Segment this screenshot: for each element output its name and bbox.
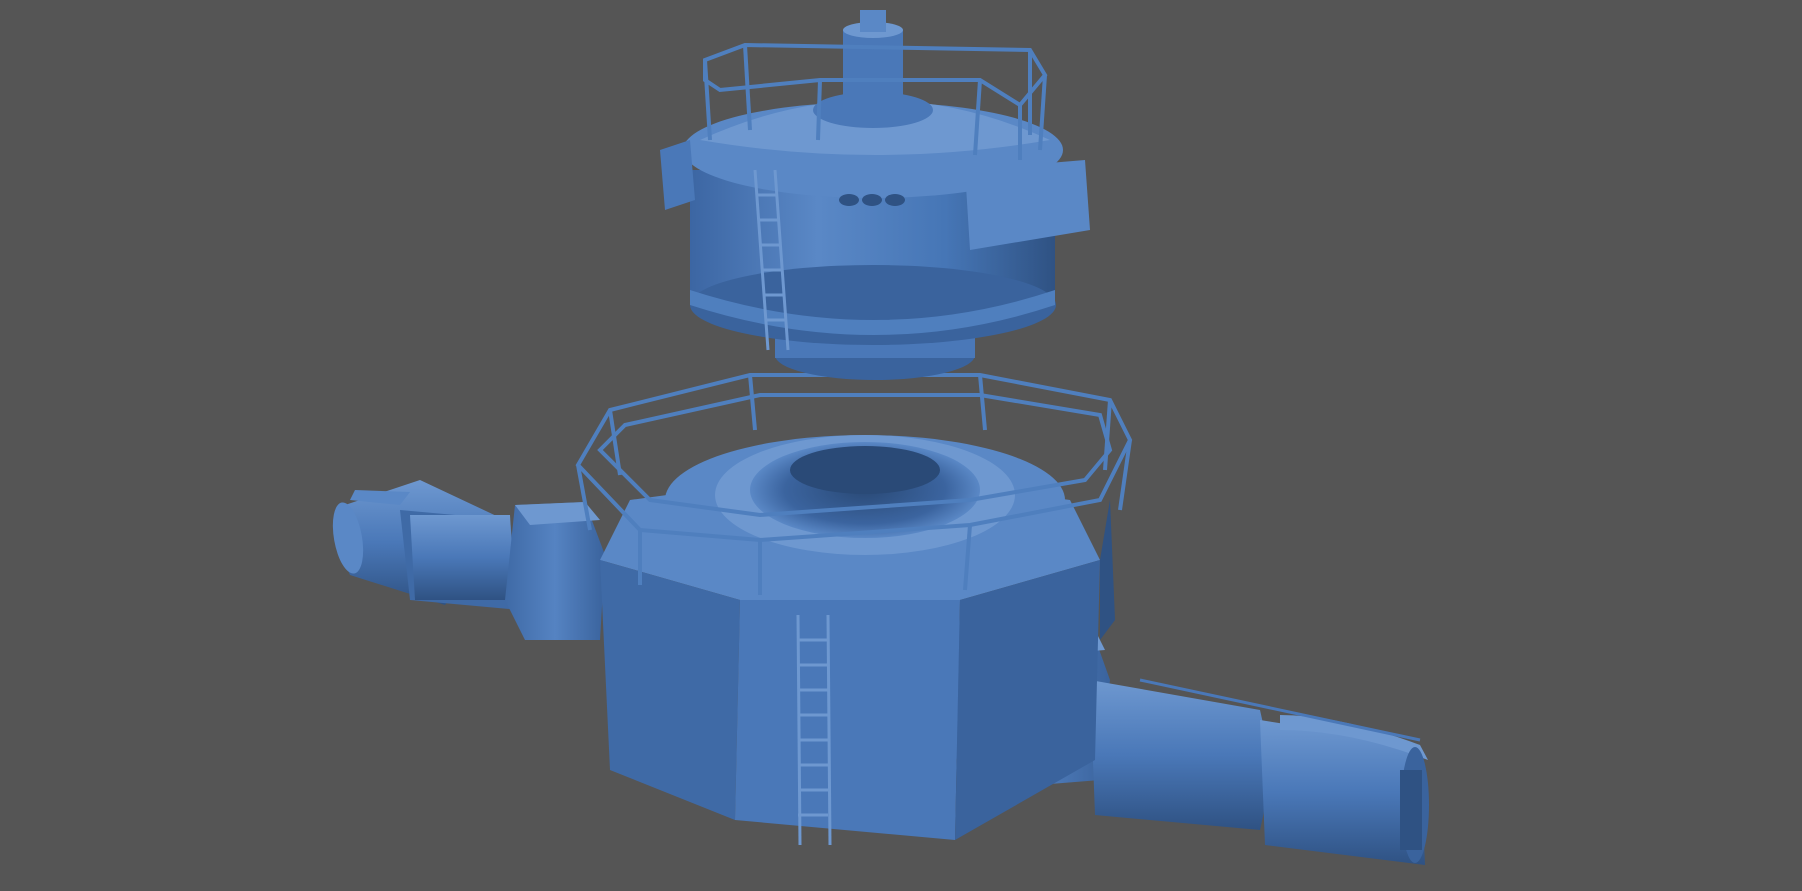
machine-render xyxy=(332,10,1429,865)
lower-bowl xyxy=(665,435,1065,565)
vents xyxy=(839,194,905,206)
left-pipe xyxy=(332,480,605,640)
render-viewport[interactable] xyxy=(0,0,1802,891)
